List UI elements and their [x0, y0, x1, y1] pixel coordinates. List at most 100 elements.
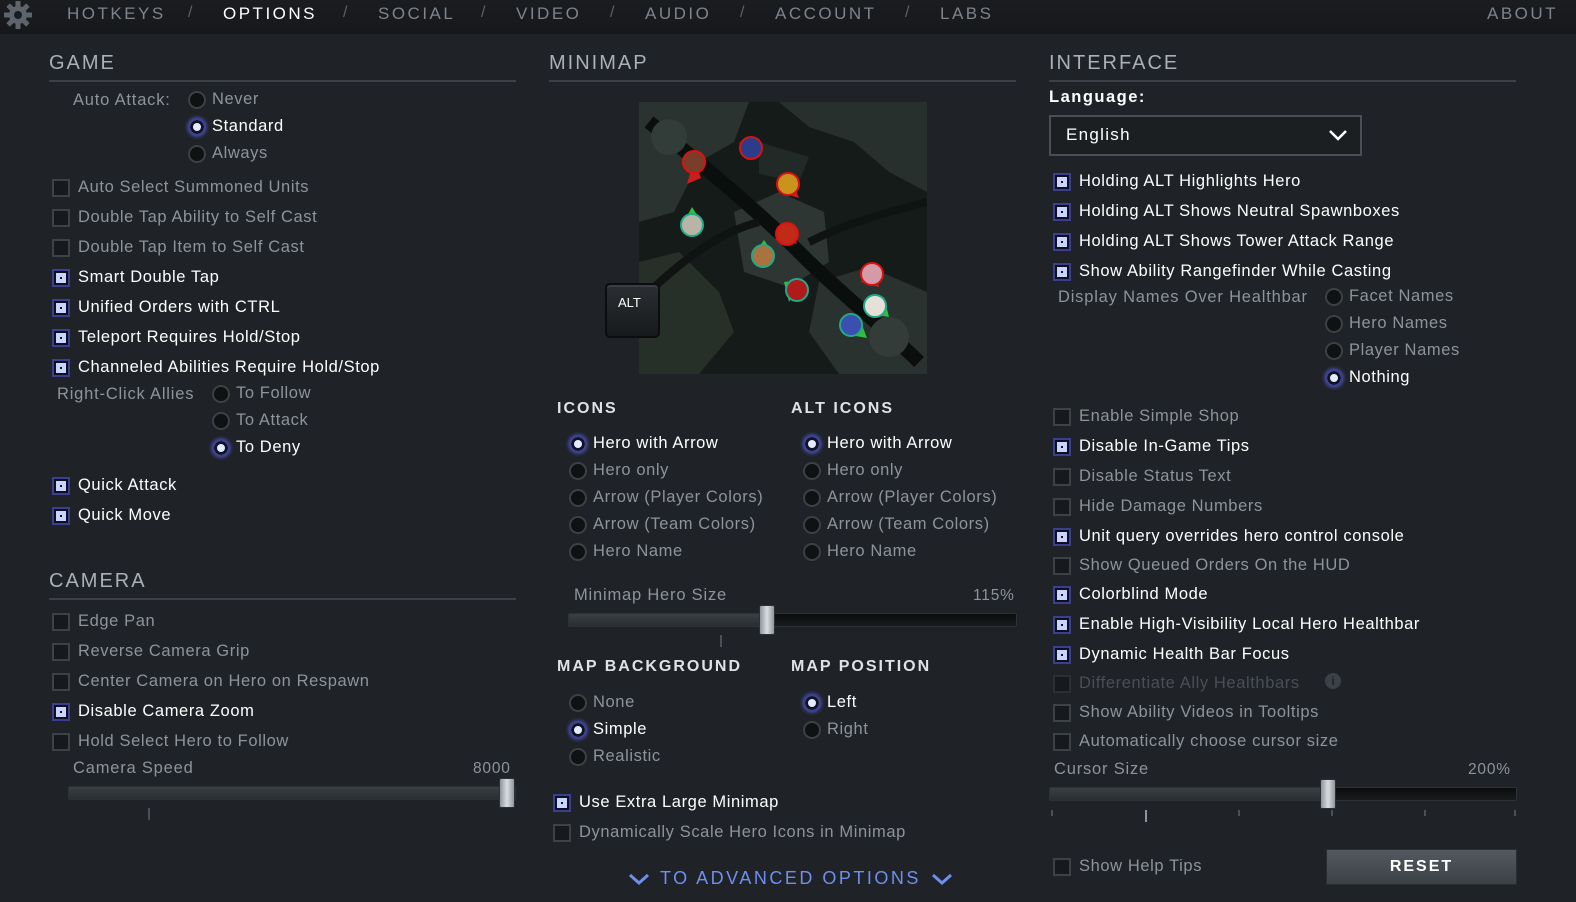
show-queued-orders-checkbox[interactable]: Show Queued Orders On the HUD	[1053, 556, 1350, 575]
checkbox-box	[1053, 857, 1071, 876]
checkbox-label: Quick Attack	[78, 476, 177, 494]
icons-hero-only-radio[interactable]: Hero only	[569, 461, 669, 480]
right-click-follow-radio[interactable]: To Follow	[212, 384, 311, 403]
minimap-hero-size-slider[interactable]	[568, 605, 1017, 635]
map-background-simple-radio[interactable]: Simple	[569, 720, 647, 739]
checkbox-box	[52, 358, 70, 377]
radio-dot	[803, 542, 821, 561]
radio-dot	[188, 90, 206, 109]
double-tap-item-checkbox[interactable]: Double Tap Item to Self Cast	[52, 238, 305, 257]
minimap-terrain	[636, 102, 929, 374]
settings-gear-icon[interactable]	[2, 0, 34, 30]
alt-tower-range-checkbox[interactable]: Holding ALT Shows Tower Attack Range	[1053, 232, 1394, 251]
map-background-none-radio[interactable]: None	[569, 693, 635, 712]
quick-attack-checkbox[interactable]: Quick Attack	[52, 476, 177, 495]
advanced-options-link[interactable]: TO ADVANCED OPTIONS	[628, 868, 953, 889]
map-position-left-radio[interactable]: Left	[803, 693, 857, 712]
checkbox-box	[52, 328, 70, 347]
slider-handle[interactable]	[499, 778, 515, 808]
checkbox-box	[1053, 437, 1071, 456]
display-names-player-radio[interactable]: Player Names	[1325, 341, 1460, 360]
ability-rangefinder-checkbox[interactable]: Show Ability Rangefinder While Casting	[1053, 262, 1392, 281]
dynamic-scale-icons-checkbox[interactable]: Dynamically Scale Hero Icons in Minimap	[553, 823, 906, 842]
slider-handle[interactable]	[758, 605, 775, 635]
radio-label: Arrow (Player Colors)	[593, 488, 764, 506]
right-click-attack-radio[interactable]: To Attack	[212, 411, 308, 430]
slider-handle[interactable]	[1320, 779, 1336, 809]
alt-highlights-hero-checkbox[interactable]: Holding ALT Highlights Hero	[1053, 172, 1301, 191]
right-click-deny-radio[interactable]: To Deny	[212, 438, 301, 457]
smart-double-tap-checkbox[interactable]: Smart Double Tap	[52, 268, 219, 287]
radio-label: To Deny	[236, 438, 301, 456]
show-help-tips-checkbox[interactable]: Show Help Tips	[1053, 857, 1202, 876]
camera-speed-slider[interactable]	[68, 778, 516, 808]
disable-status-text-checkbox[interactable]: Disable Status Text	[1053, 467, 1231, 486]
disable-camera-zoom-checkbox[interactable]: Disable Camera Zoom	[52, 702, 254, 721]
channeled-hold-stop-checkbox[interactable]: Channeled Abilities Require Hold/Stop	[52, 358, 380, 377]
language-dropdown[interactable]: English	[1049, 115, 1362, 156]
slider-tick	[1051, 810, 1053, 816]
tab-audio[interactable]: AUDIO	[645, 4, 711, 24]
unit-query-overrides-checkbox[interactable]: Unit query overrides hero control consol…	[1053, 527, 1404, 546]
auto-attack-always-radio[interactable]: Always	[188, 144, 268, 163]
unified-orders-checkbox[interactable]: Unified Orders with CTRL	[52, 298, 280, 317]
display-names-facet-radio[interactable]: Facet Names	[1325, 287, 1454, 306]
map-background-realistic-radio[interactable]: Realistic	[569, 747, 661, 766]
high-visibility-healthbar-checkbox[interactable]: Enable High-Visibility Local Hero Health…	[1053, 615, 1420, 634]
extra-large-minimap-checkbox[interactable]: Use Extra Large Minimap	[553, 793, 779, 812]
display-names-nothing-radio[interactable]: Nothing	[1325, 368, 1410, 387]
edge-pan-checkbox[interactable]: Edge Pan	[52, 612, 155, 631]
cursor-size-slider[interactable]	[1049, 779, 1517, 809]
info-icon[interactable]: i	[1325, 673, 1341, 689]
ability-videos-checkbox[interactable]: Show Ability Videos in Tooltips	[1053, 703, 1319, 722]
disable-tips-checkbox[interactable]: Disable In-Game Tips	[1053, 437, 1250, 456]
reverse-camera-grip-checkbox[interactable]: Reverse Camera Grip	[52, 642, 250, 661]
chevron-down-icon	[931, 873, 952, 885]
alt-icons-arrow-team-colors-radio[interactable]: Arrow (Team Colors)	[803, 515, 990, 534]
tab-social[interactable]: SOCIAL	[378, 4, 455, 24]
cursor-size-value: 200%	[1468, 761, 1511, 778]
tab-hotkeys[interactable]: HOTKEYS	[67, 4, 166, 24]
alt-icons-arrow-player-colors-radio[interactable]: Arrow (Player Colors)	[803, 488, 997, 507]
icons-arrow-team-colors-radio[interactable]: Arrow (Team Colors)	[569, 515, 756, 534]
radio-dot	[1325, 314, 1343, 333]
display-names-hero-radio[interactable]: Hero Names	[1325, 314, 1448, 333]
alt-icons-hero-name-radio[interactable]: Hero Name	[803, 542, 917, 561]
tab-labs[interactable]: LABS	[940, 4, 993, 24]
section-divider	[49, 80, 516, 82]
simple-shop-checkbox[interactable]: Enable Simple Shop	[1053, 407, 1239, 426]
slider-fill	[69, 787, 515, 799]
icons-hero-name-radio[interactable]: Hero Name	[569, 542, 683, 561]
map-position-right-radio[interactable]: Right	[803, 720, 869, 739]
dynamic-health-bar-focus-checkbox[interactable]: Dynamic Health Bar Focus	[1053, 645, 1290, 664]
auto-select-summoned-checkbox[interactable]: Auto Select Summoned Units	[52, 178, 309, 197]
chevron-down-icon	[1329, 130, 1347, 141]
radio-dot	[569, 720, 587, 739]
quick-move-checkbox[interactable]: Quick Move	[52, 506, 171, 525]
tab-about[interactable]: ABOUT	[1487, 4, 1558, 24]
checkbox-label: Disable Status Text	[1079, 467, 1232, 485]
auto-cursor-size-checkbox[interactable]: Automatically choose cursor size	[1053, 732, 1338, 751]
tab-account[interactable]: ACCOUNT	[775, 4, 877, 24]
icons-hero-with-arrow-radio[interactable]: Hero with Arrow	[569, 434, 718, 453]
radio-dot	[569, 434, 587, 453]
auto-attack-never-radio[interactable]: Never	[188, 90, 259, 109]
checkbox-box	[1053, 674, 1071, 693]
colorblind-mode-checkbox[interactable]: Colorblind Mode	[1053, 585, 1208, 604]
center-camera-respawn-checkbox[interactable]: Center Camera on Hero on Respawn	[52, 672, 370, 691]
checkbox-label: Show Ability Rangefinder While Casting	[1079, 262, 1392, 280]
teleport-hold-stop-checkbox[interactable]: Teleport Requires Hold/Stop	[52, 328, 301, 347]
tab-options[interactable]: OPTIONS	[223, 4, 317, 24]
auto-attack-standard-radio[interactable]: Standard	[188, 117, 284, 136]
double-tap-ability-checkbox[interactable]: Double Tap Ability to Self Cast	[52, 208, 317, 227]
minimap-preview	[636, 102, 929, 374]
alt-icons-hero-with-arrow-radio[interactable]: Hero with Arrow	[803, 434, 952, 453]
alt-icons-hero-only-radio[interactable]: Hero only	[803, 461, 903, 480]
hold-select-hero-checkbox[interactable]: Hold Select Hero to Follow	[52, 732, 289, 751]
hide-damage-numbers-checkbox[interactable]: Hide Damage Numbers	[1053, 497, 1263, 516]
checkbox-label: Smart Double Tap	[78, 268, 220, 286]
reset-button[interactable]: RESET	[1326, 849, 1517, 885]
alt-neutral-spawnboxes-checkbox[interactable]: Holding ALT Shows Neutral Spawnboxes	[1053, 202, 1400, 221]
icons-arrow-player-colors-radio[interactable]: Arrow (Player Colors)	[569, 488, 763, 507]
tab-video[interactable]: VIDEO	[516, 4, 581, 24]
